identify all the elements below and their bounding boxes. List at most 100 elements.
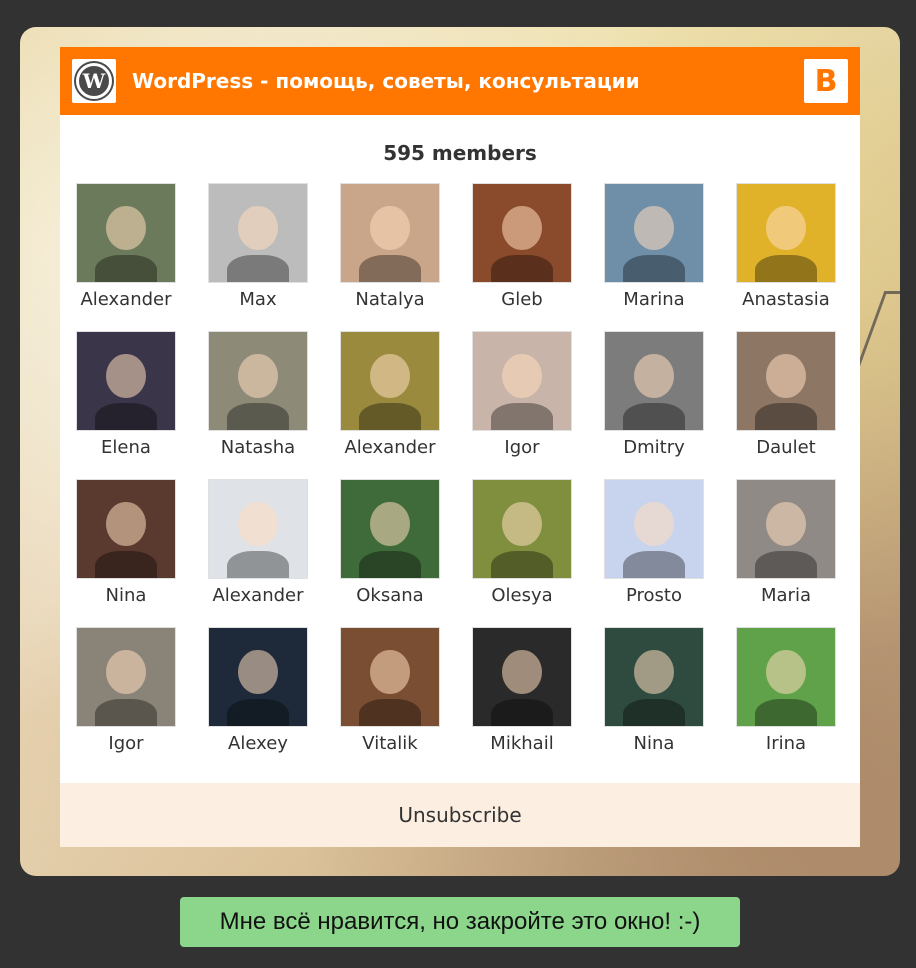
avatar-face [238,205,278,250]
member-name[interactable]: Irina [766,731,806,757]
wordpress-logo-icon[interactable]: W [72,59,116,103]
avatar-face [106,649,146,694]
member-name[interactable]: Igor [504,435,539,461]
member-item[interactable]: Alexander [60,183,192,313]
avatar-face [106,205,146,250]
member-name[interactable]: Prosto [626,583,682,609]
member-item[interactable]: Elena [60,331,192,461]
member-name[interactable]: Olesya [491,583,552,609]
member-avatar[interactable] [76,479,176,579]
member-name[interactable]: Nina [634,731,675,757]
member-item[interactable]: Igor [60,627,192,757]
member-item[interactable]: Vitalik [324,627,456,757]
avatar-body [226,254,290,282]
member-avatar[interactable] [472,331,572,431]
close-window-button[interactable]: Мне всё нравится, но закройте это окно! … [180,897,740,947]
avatar-body [358,550,422,578]
member-item[interactable]: Nina [60,479,192,609]
member-name[interactable]: Daulet [756,435,815,461]
member-name[interactable]: Natasha [221,435,295,461]
member-name[interactable]: Oksana [356,583,423,609]
member-avatar[interactable] [736,331,836,431]
member-item[interactable]: Irina [720,627,852,757]
avatar-body [622,550,686,578]
member-name[interactable]: Alexander [80,287,171,313]
member-avatar[interactable] [472,479,572,579]
member-name[interactable]: Maria [761,583,811,609]
group-title[interactable]: WordPress - помощь, советы, консультации [132,69,804,93]
member-avatar[interactable] [604,627,704,727]
member-avatar[interactable] [736,627,836,727]
avatar-body [754,254,818,282]
member-item[interactable]: Natasha [192,331,324,461]
avatar-face [502,353,542,398]
avatar-body [358,254,422,282]
member-item[interactable]: Alexander [192,479,324,609]
member-avatar[interactable] [604,331,704,431]
member-name[interactable]: Natalya [355,287,424,313]
member-item[interactable]: Nina [588,627,720,757]
avatar-face [502,649,542,694]
member-item[interactable]: Olesya [456,479,588,609]
avatar-face [766,649,806,694]
member-item[interactable]: Natalya [324,183,456,313]
member-item[interactable]: Dmitry [588,331,720,461]
avatar-body [754,698,818,726]
member-avatar[interactable] [340,479,440,579]
member-avatar[interactable] [340,331,440,431]
member-avatar[interactable] [208,331,308,431]
member-avatar[interactable] [340,183,440,283]
avatar-face [766,501,806,546]
member-avatar[interactable] [736,479,836,579]
member-name[interactable]: Dmitry [623,435,685,461]
member-name[interactable]: Vitalik [362,731,417,757]
member-item[interactable]: Marina [588,183,720,313]
member-item[interactable]: Prosto [588,479,720,609]
member-avatar[interactable] [208,183,308,283]
member-name[interactable]: Alexey [228,731,288,757]
member-item[interactable]: Mikhail [456,627,588,757]
member-name[interactable]: Marina [623,287,684,313]
member-avatar[interactable] [208,627,308,727]
avatar-body [622,402,686,430]
member-avatar[interactable] [472,627,572,727]
member-avatar[interactable] [208,479,308,579]
widget-header: W WordPress - помощь, советы, консультац… [60,47,860,115]
member-item[interactable]: Alexander [324,331,456,461]
member-name[interactable]: Mikhail [490,731,553,757]
member-avatar[interactable] [604,479,704,579]
blogger-icon[interactable]: B [804,59,848,103]
member-item[interactable]: Anastasia [720,183,852,313]
member-item[interactable]: Igor [456,331,588,461]
member-avatar[interactable] [736,183,836,283]
members-count: 595 members [383,141,537,165]
avatar-face [634,353,674,398]
member-item[interactable]: Max [192,183,324,313]
member-item[interactable]: Daulet [720,331,852,461]
member-avatar[interactable] [340,627,440,727]
avatar-face [106,353,146,398]
avatar-body [754,402,818,430]
avatar-face [238,501,278,546]
member-avatar[interactable] [76,183,176,283]
member-avatar[interactable] [76,627,176,727]
member-avatar[interactable] [76,331,176,431]
member-name[interactable]: Alexander [212,583,303,609]
member-avatar[interactable] [604,183,704,283]
avatar-face [106,501,146,546]
member-item[interactable]: Maria [720,479,852,609]
avatar-body [490,698,554,726]
unsubscribe-button[interactable]: Unsubscribe [60,783,860,847]
member-name[interactable]: Nina [106,583,147,609]
member-item[interactable]: Alexey [192,627,324,757]
member-avatar[interactable] [472,183,572,283]
member-item[interactable]: Gleb [456,183,588,313]
member-name[interactable]: Anastasia [742,287,830,313]
member-name[interactable]: Igor [108,731,143,757]
member-name[interactable]: Elena [101,435,151,461]
member-name[interactable]: Max [239,287,276,313]
avatar-face [370,649,410,694]
member-name[interactable]: Alexander [344,435,435,461]
member-name[interactable]: Gleb [501,287,542,313]
member-item[interactable]: Oksana [324,479,456,609]
